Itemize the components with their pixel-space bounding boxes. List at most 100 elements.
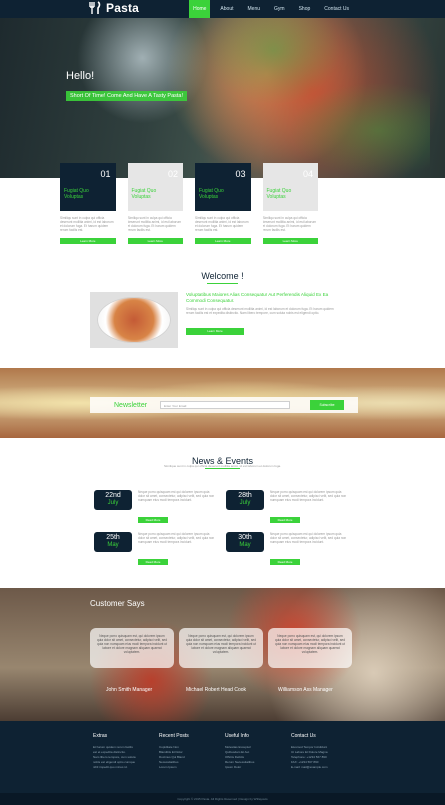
welcome-body: Voluptatibus Maiores Alias Consequatur A… [186,292,334,336]
news-month: July [239,500,251,506]
newsletter-subscribe-button[interactable]: Subscribe [310,400,344,410]
welcome-text: Similiqu sunt in culpa qui officia deser… [186,307,334,316]
feature-text: Similiqu sunt in culpa qui officia deser… [60,216,114,232]
copyright: Copyright © 2015 Pasta. All Rights Reser… [0,793,445,805]
feature-title: Fugiat Quo Voluptas [131,188,157,200]
testimonial-quotes: Neque porro quisquam est, qui dolorem ip… [90,628,352,668]
nav-shop[interactable]: Shop [295,0,315,18]
news-description: Neque porro quisquam est qui dolorem ips… [138,490,215,502]
news-read-more-button[interactable]: Read More [138,517,168,523]
welcome-learn-more-button[interactable]: Learn More [186,328,244,336]
footer-col-recent-posts: Recent Posts Cupiditate Non Blanditiis E… [159,733,221,770]
feature-title: Fugiat Quo Voluptas [64,188,89,200]
feature-title: Fugiat Quo Voluptas [266,188,292,200]
page: Pasta Home About Menu Gym Shop Contact U… [0,0,445,805]
hero-decoration [170,18,430,178]
testimonial-quote: Neque porro quisquam est, qui dolorem ip… [268,628,352,668]
feature-number: 03 [235,169,246,179]
news-divider [205,468,240,469]
nav-home[interactable]: Home [189,0,211,18]
news-read-more-button[interactable]: Read More [270,559,300,565]
welcome-title: Welcome ! [201,271,244,281]
feature-number: 04 [302,169,313,179]
news-read-more-button[interactable]: Read More [270,517,300,523]
news-date: 30th May [226,532,264,552]
news-description: Neque porro quisquam est qui dolorem ips… [138,532,215,544]
news-month: May [239,542,251,548]
news-item: 25th May Neque porro quisquam est qui do… [94,532,216,568]
footer-col-extras: Extras Et harum quidem rerum facilis est… [93,733,155,770]
feature-learn-more-button[interactable]: Learn More [195,238,251,244]
feature-list: 01 Fugiat Quo Voluptas Similiqu sunt in … [60,163,318,249]
news-date: 28th July [226,490,264,510]
fork-knife-icon [89,1,101,14]
footer-link[interactable]: Lorem Ipsum [159,765,221,770]
news-day: 22nd [105,492,121,499]
footer-col-useful-info: Useful Info Molestias Excepturi Quibusda… [225,733,287,770]
feature-learn-more-button[interactable]: Learn More [127,238,183,244]
pasta-plate-image [97,297,171,343]
footer-col-title: Contact Us [291,733,316,739]
brand[interactable]: Pasta [88,1,139,15]
feature-learn-more-button[interactable]: Learn More [262,238,318,244]
brand-name: Pasta [106,1,140,15]
news-month: May [107,542,119,548]
news-description: Neque porro quisquam est qui dolorem ips… [270,532,347,544]
feature-text: Similiqu sunt in culpa qui officia deser… [195,216,249,232]
news-read-more-button[interactable]: Read More [138,559,168,565]
news-item: 28th July Neque porro quisquam est qui d… [226,490,348,526]
newsletter-form: Newsletter Enter Your Email Subscribe [90,397,358,413]
news-item: 22nd July Neque porro quisquam est qui d… [94,490,216,526]
feature-box: 02 Fugiat Quo Voluptas [127,163,183,211]
news-day: 30th [238,534,252,541]
welcome-divider [207,283,238,284]
feature-number: 01 [100,169,111,179]
news-description: Neque porro quisquam est qui dolorem ips… [270,490,347,502]
feature-card: 01 Fugiat Quo Voluptas Similiqu sunt in … [60,163,116,249]
nav-gym[interactable]: Gym [270,0,289,18]
news-item: 30th May Neque porro quisquam est qui do… [226,532,348,568]
news-date: 22nd July [94,490,132,510]
welcome-image [90,292,178,348]
header: Pasta Home About Menu Gym Shop Contact U… [0,0,445,18]
footer-line: nihil impedit quo minus id. [93,765,128,769]
testimonial-quote: Neque porro quisquam est, qui dolorem ip… [179,628,263,668]
feature-learn-more-button[interactable]: Learn More [60,238,116,244]
hero-tagline: Short Of Time! Come And Have A Tasty Pas… [66,91,188,101]
welcome-heading: Voluptatibus Maiores Alias Consequatur A… [186,292,329,303]
feature-card: 02 Fugiat Quo Voluptas Similiqu sunt in … [127,163,183,249]
news-day: 25th [106,534,120,541]
hero-caption: Hello! Short Of Time! Come And Have A Ta… [66,70,194,102]
feature-text: Similiqu sunt in culpa qui officia deser… [127,216,182,232]
newsletter-email-input[interactable]: Enter Your Email [160,401,290,409]
testimonials-title: Customer Says [90,599,145,608]
footer-link[interactable]: Ipsum Dolor [225,765,287,770]
testimonial-name: John Smith Manager [106,687,153,693]
testimonial-name: Williamson Ass Manager [278,687,333,693]
feature-box: 03 Fugiat Quo Voluptas [195,163,251,211]
news-date: 25th May [94,532,132,552]
footer-email-link[interactable]: E-mail: mail@example.com [291,765,353,770]
nav-about[interactable]: About [216,0,237,18]
footer-col-title: Extras [93,733,108,739]
footer-col-contact: Contact Us Eiusmod Tempor Incididunt Ut … [291,733,353,770]
footer-col-title: Recent Posts [159,733,189,739]
top-nav: Home About Menu Gym Shop Contact Us [189,0,353,18]
feature-box: 01 Fugiat Quo Voluptas [60,163,116,211]
newsletter-label: Newsletter [114,401,148,409]
news-day: 28th [238,492,252,499]
feature-number: 02 [167,169,178,179]
nav-contact[interactable]: Contact Us [320,0,353,18]
news-month: July [107,500,119,506]
feature-box: 04 Fugiat Quo Voluptas [262,163,318,211]
footer [0,721,445,793]
feature-text: Similiqu sunt in culpa qui officia deser… [262,216,317,232]
testimonial-quote: Neque porro quisquam est, qui dolorem ip… [90,628,174,668]
feature-title: Fugiat Quo Voluptas [199,188,224,200]
feature-card: 03 Fugiat Quo Voluptas Similiqu sunt in … [195,163,251,249]
testimonial-name: Michael Robert Head Cook [186,687,247,693]
hero-title: Hello! [66,70,95,82]
footer-col-title: Useful Info [225,733,249,739]
nav-menu[interactable]: Menu [244,0,265,18]
feature-card: 04 Fugiat Quo Voluptas Similiqu sunt in … [262,163,318,249]
